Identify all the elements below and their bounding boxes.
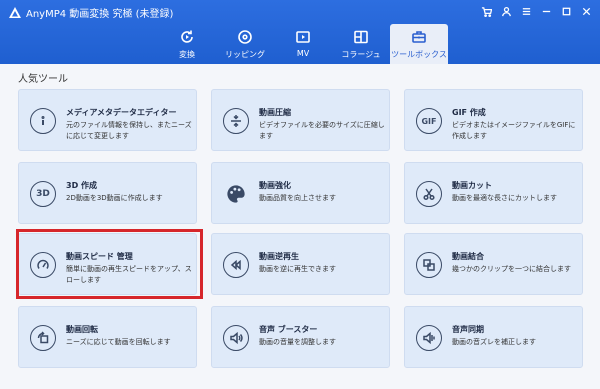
tool-card-video-rotate[interactable]: 動画回転 ニーズに応じて動画を回転します bbox=[18, 306, 197, 368]
audio-sync-icon bbox=[416, 325, 442, 351]
tool-title: 音声 ブースター bbox=[259, 325, 318, 334]
tool-card-gif-maker[interactable]: GIF GIF 作成 ビデオまたはイメージファイルをGIFに作成します bbox=[404, 89, 583, 151]
title-bar: AnyMP4 動画変換 究極 (未登録) 変換 リッピング MV コラージュ ツ… bbox=[0, 0, 600, 64]
tab-label: コラージュ bbox=[341, 50, 381, 59]
tab-convert[interactable]: 変換 bbox=[158, 24, 216, 64]
tab-ripping[interactable]: リッピング bbox=[216, 24, 274, 64]
tab-label: リッピング bbox=[225, 50, 265, 59]
cart-icon[interactable] bbox=[478, 3, 494, 19]
tool-card-volume-booster[interactable]: 音声 ブースター 動画の音量を調整します bbox=[211, 306, 390, 368]
tool-desc: 2D動画を3D動画に作成します bbox=[66, 194, 163, 202]
rewind-icon bbox=[223, 252, 249, 278]
tool-card-video-enhance[interactable]: 動画強化 動画品質を向上させます bbox=[211, 162, 390, 224]
minimize-icon[interactable] bbox=[538, 3, 554, 19]
tool-card-metadata-editor[interactable]: メディアメタデータエディター 元のファイル情報を保持し、またニーズに応じて変更し… bbox=[18, 89, 197, 151]
tool-card-audio-sync[interactable]: 音声同期 動画の音ズレを補正します bbox=[404, 306, 583, 368]
volume-icon bbox=[223, 325, 249, 351]
tab-label: ツールボックス bbox=[391, 50, 447, 59]
tool-desc: ニーズに応じて動画を回転します bbox=[66, 338, 171, 346]
palette-icon bbox=[223, 181, 249, 207]
tool-desc: 動画を最適な長さにカットします bbox=[452, 194, 557, 202]
tool-desc: ビデオまたはイメージファイルをGIFに作成します bbox=[452, 121, 576, 140]
compress-icon bbox=[223, 108, 249, 134]
tool-desc: 幾つかのクリップを一つに結合します bbox=[452, 265, 571, 273]
tool-desc: 動画品質を向上させます bbox=[259, 194, 336, 202]
tab-mv[interactable]: MV bbox=[274, 24, 332, 64]
tool-card-video-reverse[interactable]: 動画逆再生 動画を逆に再生できます bbox=[211, 233, 390, 295]
scissors-icon bbox=[416, 181, 442, 207]
tool-title: 動画スピード 管理 bbox=[66, 252, 133, 261]
disc-icon bbox=[236, 28, 254, 46]
tool-desc: 動画を逆に再生できます bbox=[259, 265, 336, 273]
tool-title: 音声同期 bbox=[452, 325, 484, 334]
collage-icon bbox=[352, 28, 370, 46]
tab-toolbox[interactable]: ツールボックス bbox=[390, 24, 448, 64]
tool-title: 動画回転 bbox=[66, 325, 98, 334]
speedometer-icon bbox=[30, 252, 56, 278]
tool-desc: 簡単に動画の再生スピードをアップ、スローします bbox=[66, 265, 192, 284]
tool-title: 3D 作成 bbox=[66, 181, 97, 190]
section-title: 人気ツール bbox=[18, 74, 68, 85]
tool-title: 動画圧縮 bbox=[259, 108, 291, 117]
tool-card-video-compress[interactable]: 動画圧縮 ビデオファイルを必要のサイズに圧縮します bbox=[211, 89, 390, 151]
tool-title: GIF 作成 bbox=[452, 108, 486, 117]
maximize-icon[interactable] bbox=[558, 3, 574, 19]
tool-desc: 動画の音量を調整します bbox=[259, 338, 336, 346]
tab-collage[interactable]: コラージュ bbox=[332, 24, 390, 64]
tool-title: 動画カット bbox=[452, 181, 492, 190]
tab-label: MV bbox=[296, 49, 310, 58]
tool-title: 動画強化 bbox=[259, 181, 291, 190]
tool-card-3d-maker[interactable]: 3D 3D 作成 2D動画を3D動画に作成します bbox=[18, 162, 197, 224]
3d-icon: 3D bbox=[30, 181, 56, 207]
tool-desc: 動画の音ズレを補正します bbox=[452, 338, 536, 346]
app-logo-icon bbox=[9, 7, 21, 18]
info-icon bbox=[30, 108, 56, 134]
rotate-icon bbox=[30, 325, 56, 351]
tool-title: 動画結合 bbox=[452, 252, 484, 261]
tool-desc: 元のファイル情報を保持し、またニーズに応じて変更します bbox=[66, 121, 192, 140]
user-icon[interactable] bbox=[498, 3, 514, 19]
tab-label: 変換 bbox=[179, 50, 195, 59]
tool-card-video-merge[interactable]: 動画結合 幾つかのクリップを一つに結合します bbox=[404, 233, 583, 295]
gif-icon: GIF bbox=[416, 108, 442, 134]
tool-card-video-speed[interactable]: 動画スピード 管理 簡単に動画の再生スピードをアップ、スローします bbox=[18, 233, 197, 295]
merge-icon bbox=[416, 252, 442, 278]
tool-card-video-cut[interactable]: 動画カット 動画を最適な長さにカットします bbox=[404, 162, 583, 224]
close-icon[interactable] bbox=[578, 3, 594, 19]
app-title: AnyMP4 動画変換 究極 (未登録) bbox=[26, 9, 174, 20]
window-controls bbox=[478, 3, 594, 19]
mv-icon bbox=[294, 28, 312, 46]
toolbox-icon bbox=[410, 28, 428, 46]
menu-icon[interactable] bbox=[518, 3, 534, 19]
convert-icon bbox=[178, 28, 196, 46]
tool-title: 動画逆再生 bbox=[259, 252, 299, 261]
main-tabs: 変換 リッピング MV コラージュ ツールボックス bbox=[158, 24, 448, 64]
tool-title: メディアメタデータエディター bbox=[66, 108, 177, 117]
tool-desc: ビデオファイルを必要のサイズに圧縮します bbox=[259, 121, 385, 140]
